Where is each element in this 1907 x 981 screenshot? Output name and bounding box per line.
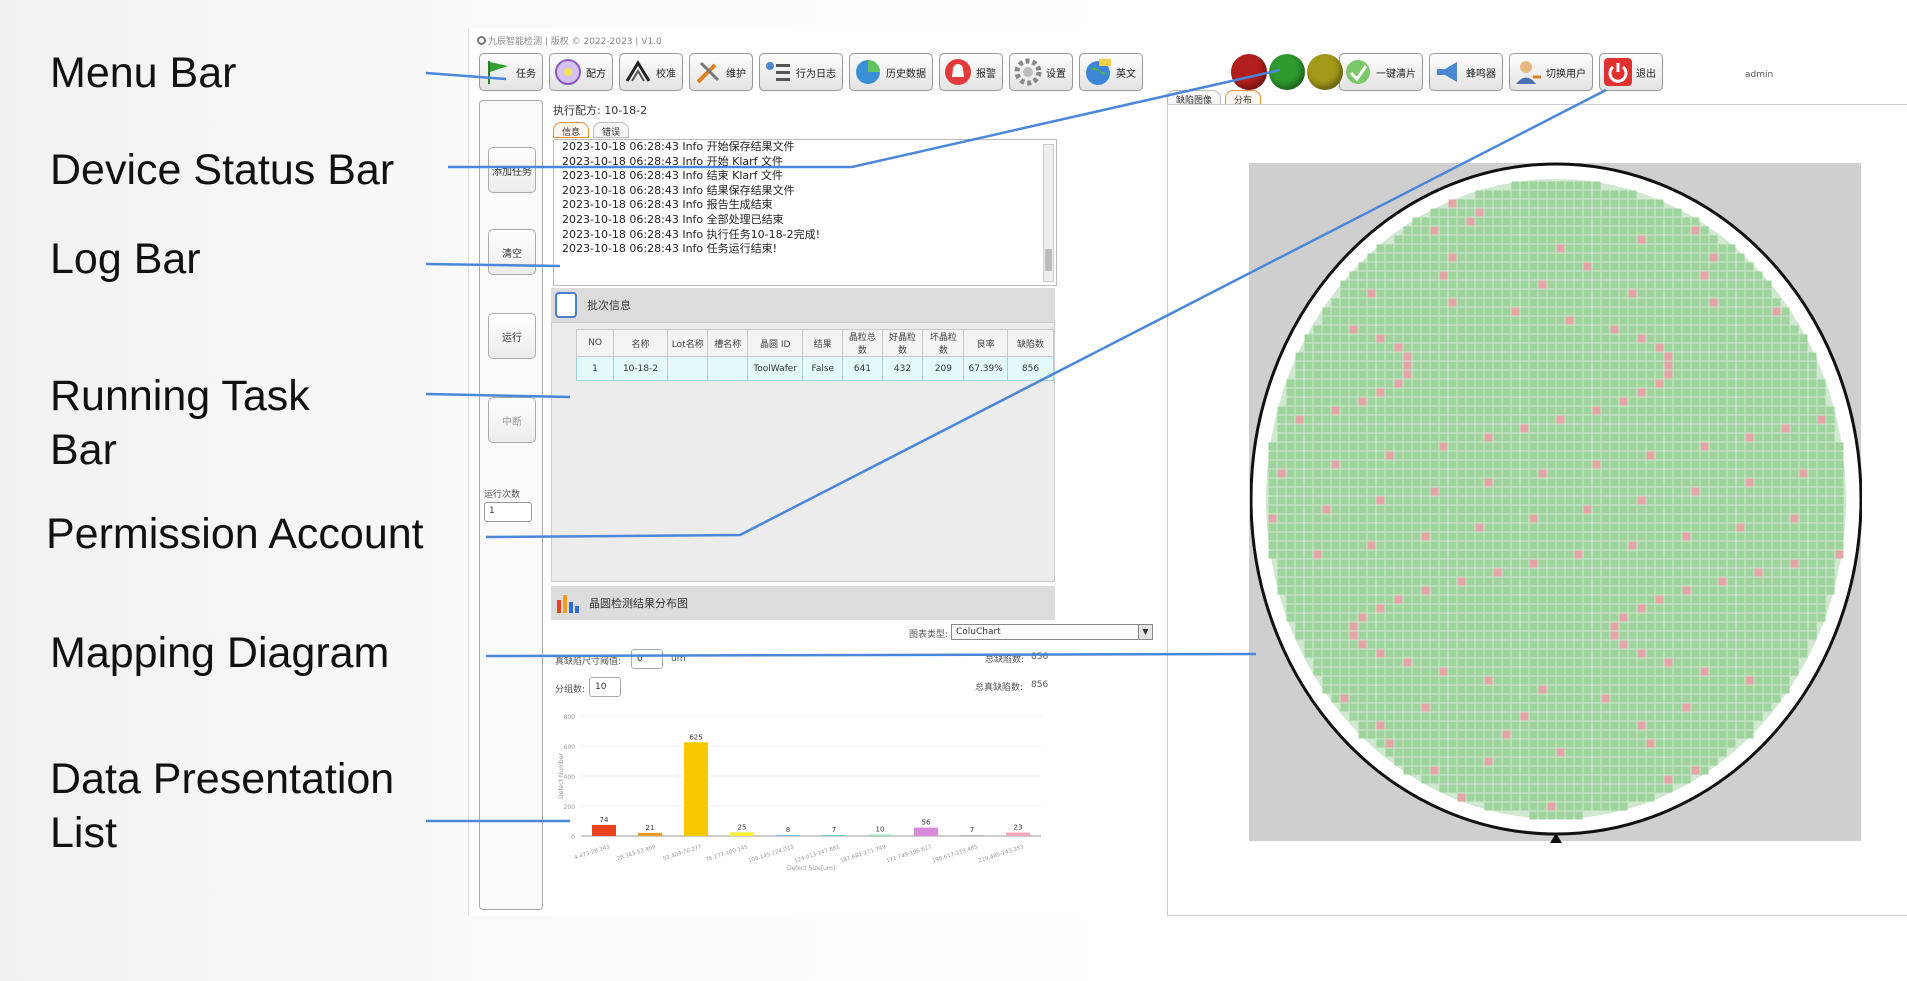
- screenshot-stage: Menu Bar Device Status Bar Log Bar Runni…: [0, 0, 1907, 981]
- leader-device-status-bar: [448, 68, 1281, 169]
- leader-menu-bar: [425, 71, 507, 81]
- leader-permission-account: [485, 88, 1607, 539]
- callout-leader-lines: [425, 68, 1607, 823]
- leader-log-bar: [425, 262, 561, 268]
- leader-mapping-diagram: [485, 652, 1257, 658]
- leader-running-task-bar: [425, 392, 571, 399]
